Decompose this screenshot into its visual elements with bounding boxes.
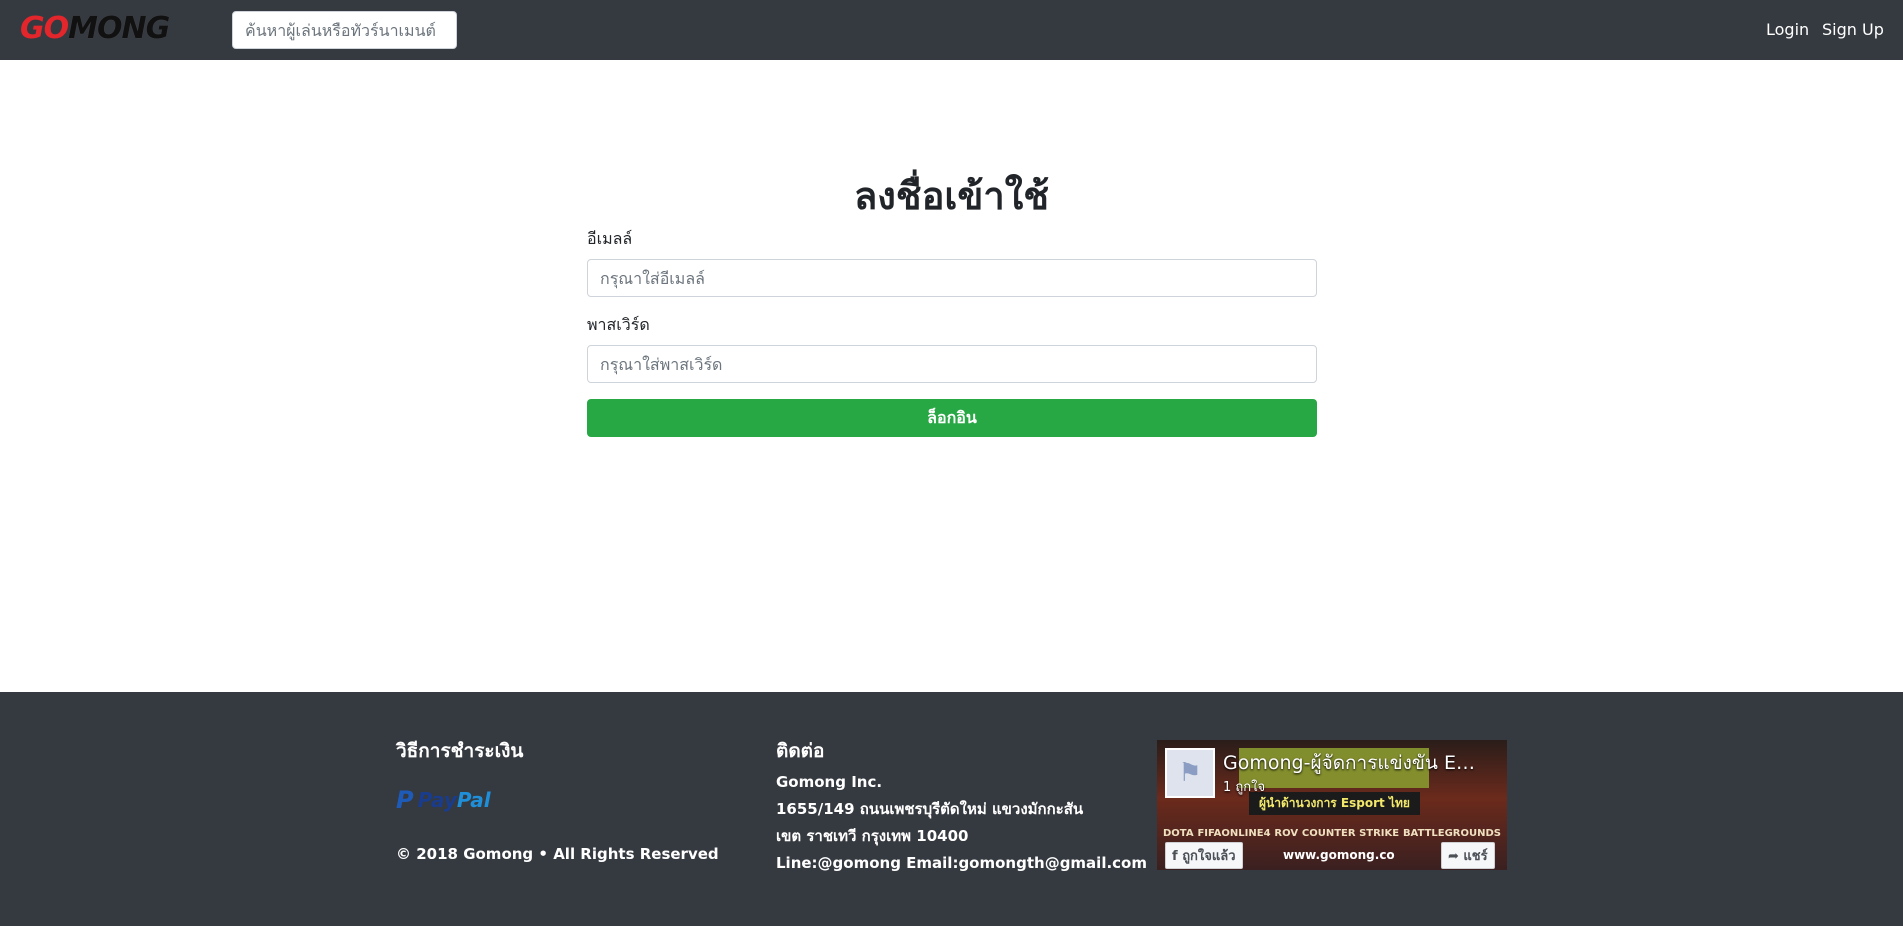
login-link[interactable]: Login	[1766, 20, 1809, 40]
fb-page-name[interactable]: Gomong-ผู้จัดการแข่งขัน E…	[1223, 748, 1493, 778]
fb-game-cs: COUNTER STRIKE	[1301, 828, 1400, 839]
paypal-pal-text: Pal	[456, 788, 491, 812]
paypal-logo: P PayPal	[396, 785, 491, 815]
fb-game-dota: DOTA	[1163, 828, 1194, 839]
contact-address-line2: เขต ราชเทวี กรุงเทพ 10400	[776, 827, 969, 845]
email-label: อีเมลล์	[587, 229, 633, 248]
fb-like-button[interactable]: f ถูกใจแล้ว	[1165, 842, 1243, 869]
fb-cover-url: www.gomong.co	[1283, 848, 1395, 862]
password-label: พาสเวิร์ด	[587, 315, 650, 334]
contact-heading: ติดต่อ	[776, 740, 825, 762]
fb-game-fifa: FIFAONLINE4	[1197, 828, 1271, 839]
paypal-pay-text: Pay	[417, 788, 457, 812]
gomong-logo[interactable]: GOMONG	[20, 11, 170, 46]
payment-heading: วิธีการชำระเงิน	[396, 740, 524, 762]
fb-like-count: 1 ถูกใจ	[1223, 780, 1266, 795]
copyright-text: © 2018 Gomong • All Rights Reserved	[396, 845, 719, 863]
fb-game-logos: DOTA FIFAONLINE4 ROV COUNTER STRIKE BATT…	[1163, 828, 1501, 839]
top-navbar: GOMONG Login Sign Up	[0, 0, 1903, 60]
logo-go: GO	[20, 11, 69, 46]
password-field[interactable]	[587, 345, 1317, 383]
flag-icon: ⚑	[1178, 758, 1202, 788]
fb-like-label: ถูกใจแล้ว	[1182, 849, 1236, 864]
fb-cover-tagline: ผู้นำด้านวงการ Esport ไทย	[1249, 792, 1420, 815]
signup-link[interactable]: Sign Up	[1822, 20, 1884, 40]
login-button[interactable]: ล็อกอิน	[587, 399, 1317, 437]
contact-address-line1: 1655/149 ถนนเพชรบุรีตัดใหม่ แขวงมักกะสัน	[776, 800, 1084, 818]
share-icon: ➦	[1448, 849, 1464, 864]
fb-game-pubg: BATTLEGROUNDS	[1402, 828, 1501, 839]
paypal-icon: P	[396, 786, 414, 814]
search-input[interactable]	[232, 11, 457, 49]
page-title: ลงชื่อเข้าใช้	[853, 174, 1050, 218]
email-field[interactable]	[587, 259, 1317, 297]
facebook-page-widget[interactable]: ผู้นำด้านวงการ Esport ไทย ⚑ Gomong-ผู้จั…	[1157, 740, 1507, 870]
logo-mong: MONG	[68, 11, 170, 46]
fb-share-label: แชร์	[1463, 849, 1488, 864]
fb-game-rov: ROV	[1274, 828, 1299, 839]
facebook-icon: f	[1172, 849, 1183, 864]
fb-page-avatar[interactable]: ⚑	[1165, 748, 1215, 798]
contact-line-email: Line:@gomong Email:gomongth@gmail.com	[776, 854, 1147, 872]
footer: วิธีการชำระเงิน P PayPal © 2018 Gomong •…	[0, 692, 1903, 926]
contact-company: Gomong Inc.	[776, 773, 883, 791]
fb-share-button[interactable]: ➦ แชร์	[1441, 842, 1495, 869]
